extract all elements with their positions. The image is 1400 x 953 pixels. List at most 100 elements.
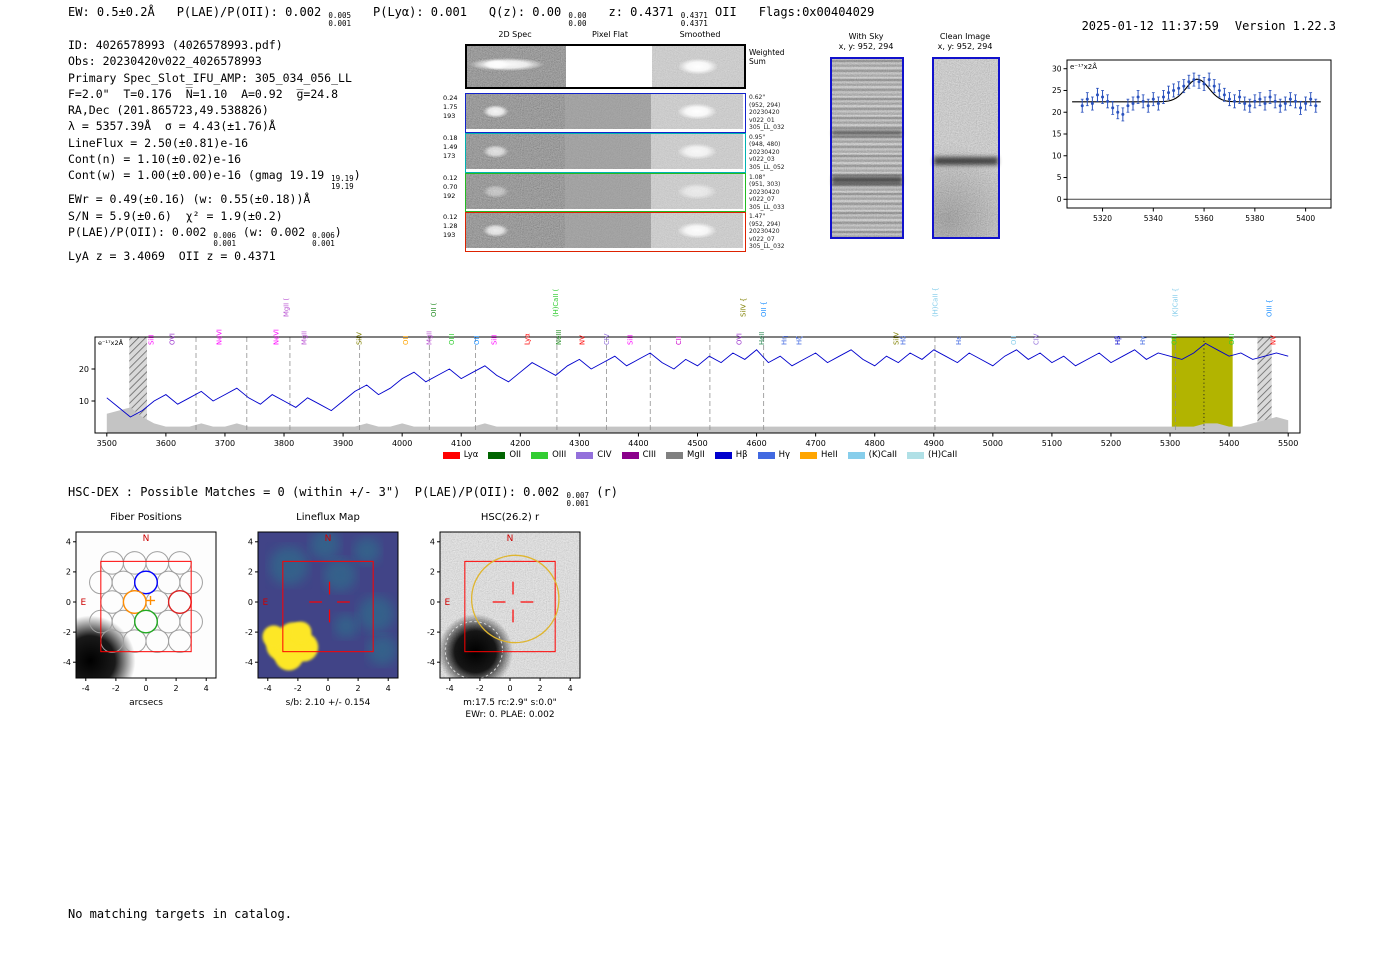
2d-spec-image [466,213,565,249]
elixer-report-page: EW: 0.5±0.2Å P(LAE)/P(OII): 0.002 0.005 0.… [0,0,1400,953]
with-sky-image [830,57,904,239]
legend-color-swatch [907,451,925,459]
cutout-row [465,212,746,253]
panel-x-tick: 0 [143,684,148,693]
legend-label: Hβ [735,450,748,460]
legend-color-swatch [488,451,506,459]
line-id-label: Hζ [795,336,803,345]
spectrum-x-tick: 4500 [687,439,707,448]
panel-x-tick: -4 [264,684,272,693]
cutout-column-title: 2D Spec [498,30,532,39]
panel-y-tick: 2 [430,568,435,577]
east-label: E [263,598,269,608]
zoom-y-tick: 20 [1052,108,1062,117]
clean-image-noise [934,59,998,237]
sky-line-band [832,176,902,186]
2d-spectra-cutouts: 2D Spec Pixel Flat Smoothed Weighted Sum 0.24… [443,28,793,260]
text-segment: OII [707,5,737,19]
text-segment: ID: 4026578993 (4026578993.pdf) [68,38,283,52]
legend-item: MgII [666,450,705,460]
legend-label: CIV [597,450,612,460]
line-id-label: OIII [448,334,456,345]
legend-label: MgII [687,450,705,460]
line-id-label: SiIV [355,332,363,345]
text-segment: P(Lyα): 0.001 [373,5,467,19]
lineflux-peak-blob [262,625,286,648]
line-id-label: MgII [300,331,308,345]
masked-region-band [1257,337,1272,433]
line-id-label: OVI [736,333,744,345]
cutout-column-title: Smoothed [679,30,721,39]
cutout-row-right-meta: 0.62" (952, 294) 20230420 v022_01 305_LL_032 [749,94,785,131]
with-sky-title: With Sky [848,32,884,41]
cutout-row-right-meta: 1.08" (951, 303) 20230420 v022_07 305_LL_033 [749,173,785,211]
line-id-label: NeVI [273,329,281,345]
legend-label: Lyα [463,450,479,460]
legend-item: Lyα [442,450,479,460]
panel-x-tick: 4 [204,684,209,693]
zoom-x-tick: 5400 [1296,214,1315,223]
legend-item: Hβ [714,450,748,460]
panel-x-tick: 4 [568,684,573,693]
legend-label: OII [509,450,522,460]
spectrum-line [106,342,1289,418]
line-id-label: (K)CaII { [1172,288,1180,317]
line-id-label: (H)CaII ( [552,289,560,317]
header-item-2: P(Lyα): 0.001 [373,5,467,28]
line-id-label: OII ( [430,302,438,317]
text-segment: (r) [589,485,618,499]
info-line-7: Cont(n) = 1.10(±0.02)e-16 [68,151,361,167]
text-segment: HSC-DEX : Possible Matches = 0 (within +… [68,485,567,499]
with-sky-coords: x, y: 952, 294 [838,42,894,51]
detection-info-block: ID: 4026578993 (4026578993.pdf) Obs: 2023… [68,37,361,264]
spectrum-x-tick: 5000 [983,439,1003,448]
with-sky-caption: With Sky x, y: 952, 294 [820,32,912,52]
smoothed-image [651,173,743,209]
text-segment: LineFlux = 2.50(±0.81)e-16 [68,135,249,150]
line-id-label: NeIII [555,330,563,345]
panel-x-tick: 4 [386,684,391,693]
line-id-label: NV [579,335,587,345]
spectrum-x-tick: 3600 [156,439,176,448]
text-segment: Cont(n) = 1.10(±0.02)e-16 [68,152,242,167]
text-segment: Flags:0x00404029 [758,5,875,19]
smoothed-image [651,133,743,169]
clean-image-caption: Clean Image x, y: 952, 294 [920,32,1010,52]
clean-image-title: Clean Image [939,32,991,41]
line-id-label: SiII [491,335,499,345]
panel-y-tick: -4 [245,658,253,667]
2d-spec-image [466,94,565,129]
line-id-label: OIII [1170,334,1178,345]
line-id-label: OIII [1228,334,1236,345]
line-id-label: OVI [169,333,177,345]
spectrum-x-tick: 4800 [865,439,885,448]
text-segment: P(LAE)/P(OII): 0.002 [176,5,329,19]
line-id-label: OII [473,336,481,345]
panel-y-tick: 0 [248,598,253,607]
2d-spec-image [466,173,565,209]
clean-image-coords: x, y: 952, 294 [937,42,993,51]
line-id-label: Hβ [1114,336,1122,345]
legend-item: (K)CaII [847,450,897,460]
legend-color-swatch [666,451,684,459]
text-segment: (w: 0.002 [235,224,313,239]
legend-item: Hγ [757,450,791,460]
spectrum-x-tick: 4300 [569,439,589,448]
panel-y-tick: 2 [66,568,71,577]
stacked-uncertainty: 19.19 19.19 [331,174,354,192]
info-line-11: P(LAE)/P(OII): 0.002 0.006 0.001 (w: 0.00… [68,224,361,248]
panel-y-tick: -4 [63,658,71,667]
header-item-0: EW: 0.5±0.2Å [68,5,155,28]
legend-label: Hγ [778,450,791,460]
panel-y-tick: -4 [427,658,435,667]
legend-item: CIII [621,450,656,460]
panel-y-tick: 0 [66,598,71,607]
panel-x-tick: 2 [174,684,179,693]
text-segment: Q(z): 0.00 [488,5,569,19]
line-id-label: Hε [955,336,963,345]
gaussian-fit-curve [1072,78,1321,103]
panel-y-tick: -2 [63,628,71,637]
smoothed-image [651,213,743,249]
info-line-5: λ = 5357.39Å σ = 4.43(±1.76)Å [68,118,361,134]
text-segment: P(LAE)/P(OII): 0.002 [68,224,214,239]
